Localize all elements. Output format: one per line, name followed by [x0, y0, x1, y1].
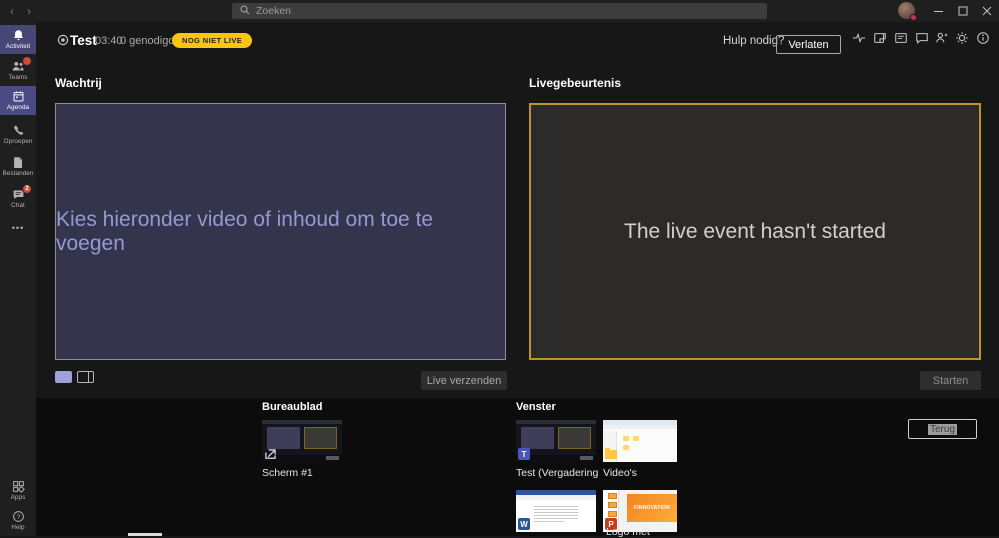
mini-folder [623, 445, 629, 450]
slide-text: FINNOVATION [634, 505, 670, 511]
more-dots-icon: ••• [12, 223, 24, 233]
live-not-started-message: The live event hasn't started [624, 220, 886, 244]
sidebar-item-teams[interactable]: Teams [0, 56, 36, 85]
file-icon [12, 156, 24, 169]
mini-toolbar [603, 425, 677, 429]
mini-button [580, 456, 593, 460]
device-settings-icon[interactable] [953, 29, 971, 47]
svg-text:?: ? [16, 514, 20, 521]
search-input[interactable]: Zoeken [232, 3, 767, 19]
mini-folder [633, 436, 639, 441]
window-thumbnail-word[interactable]: W [516, 490, 596, 532]
queue-empty-message: Kies hieronder video of inhoud om toe te… [56, 208, 505, 256]
mini-live-panel [558, 427, 591, 449]
window-heading: Venster [516, 401, 556, 413]
sidebar-item-activity[interactable]: Activiteit [0, 25, 36, 54]
queue-panel: Kies hieronder video of inhoud om toe te… [55, 103, 506, 360]
mini-queue-panel [521, 427, 555, 449]
phone-icon [12, 124, 25, 137]
app-rail: Activiteit Teams Agenda Oproepen Bestand… [0, 22, 36, 536]
word-logo-icon: W [518, 518, 530, 530]
chat-notification-badge: 2 [22, 184, 32, 194]
send-live-button[interactable]: Live verzenden [421, 371, 507, 390]
participants-icon[interactable] [933, 29, 951, 47]
mini-button [326, 456, 339, 460]
event-title: Test [70, 33, 97, 48]
share-tray: Bureaublad Venster Scherm #1 T Test (Ver… [36, 398, 999, 536]
layout-single-toggle[interactable] [55, 371, 72, 383]
search-icon [240, 2, 250, 20]
sidebar-item-files[interactable]: Bestanden [0, 152, 36, 181]
window-thumbnail-explorer[interactable] [603, 420, 677, 462]
help-icon: ? [12, 510, 25, 523]
record-icon [57, 33, 69, 51]
whiteboard-icon[interactable] [892, 29, 910, 47]
sidebar-item-apps[interactable]: Apps [0, 476, 36, 505]
status-badge: NOG NIET LIVE [172, 33, 252, 48]
sidebar-item-more[interactable]: ••• [0, 218, 36, 238]
folder-icon [605, 448, 617, 460]
nav-forward-icon[interactable]: › [27, 3, 31, 19]
sidebar-item-chat[interactable]: Chat 2 [0, 184, 36, 213]
window-thumbnail-label: Test (Vergadering) | Micr... [516, 467, 598, 479]
qa-chat-icon[interactable] [913, 29, 931, 47]
queue-heading: Wachtrij [55, 76, 102, 90]
window-thumbnail-label: Logo met [606, 526, 650, 538]
leave-button[interactable]: Verlaten [776, 35, 841, 54]
teams-notification-badge [22, 56, 32, 66]
sidebar-item-help[interactable]: ? Help [0, 506, 36, 535]
event-timer: 03:40 [95, 35, 123, 47]
info-icon[interactable] [974, 29, 992, 47]
teams-logo-icon: T [518, 448, 530, 460]
avatar[interactable] [898, 2, 915, 19]
meeting-notes-icon[interactable] [871, 29, 889, 47]
start-button[interactable]: Starten [920, 371, 981, 390]
mini-ribbon [516, 495, 596, 500]
desktop-screen-thumbnail[interactable] [262, 420, 342, 462]
layout-split-toggle[interactable] [77, 371, 94, 383]
close-button[interactable] [975, 0, 999, 22]
window-thumbnail-label: Video's [603, 467, 637, 479]
desktop-heading: Bureaublad [262, 401, 323, 413]
search-placeholder: Zoeken [256, 5, 291, 17]
mini-folder [623, 436, 629, 441]
minimize-button[interactable] [927, 0, 951, 22]
mini-slide: FINNOVATION [627, 494, 677, 522]
event-header: Test 03:40 0 genodigden NOG NIET LIVE Hu… [36, 22, 999, 60]
bell-icon [12, 29, 25, 42]
back-button[interactable]: Terug [908, 419, 977, 439]
desktop-thumbnail-label: Scherm #1 [262, 467, 313, 479]
live-heading: Livegebeurtenis [529, 76, 621, 90]
status-dot [910, 14, 917, 21]
live-event-panel: The live event hasn't started [529, 103, 981, 360]
producer-stage: Wachtrij Livegebeurtenis Kies hieronder … [36, 60, 999, 398]
back-button-label: Terug [928, 424, 957, 435]
mini-live-panel [304, 427, 337, 449]
window-thumbnail-teams[interactable]: T [516, 420, 596, 462]
sidebar-item-agenda[interactable]: Agenda [0, 86, 36, 115]
mini-titlebar [262, 420, 342, 424]
mini-titlebar [516, 420, 596, 424]
calendar-icon [12, 90, 25, 103]
split-divider [88, 372, 89, 382]
event-health-icon[interactable] [850, 29, 868, 47]
mini-queue-panel [267, 427, 301, 449]
maximize-button[interactable] [951, 0, 975, 22]
sidebar-item-calls[interactable]: Oproepen [0, 120, 36, 149]
share-screen-icon [264, 448, 276, 460]
nav-back-icon[interactable]: ‹ [10, 3, 14, 19]
apps-grid-icon [12, 480, 25, 493]
window-titlebar: ‹ › Zoeken [0, 0, 999, 22]
